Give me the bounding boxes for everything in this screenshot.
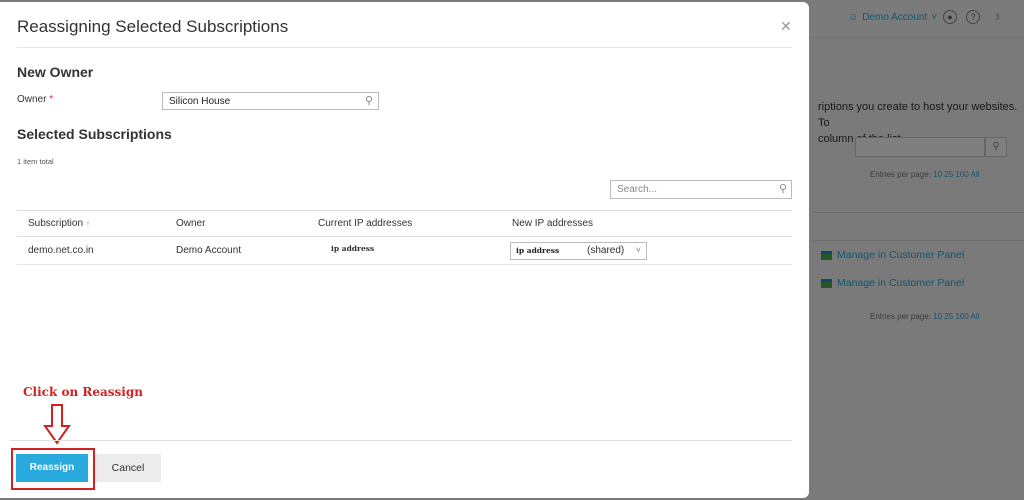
column-header-current-ip: Current IP addresses	[318, 218, 413, 229]
new-ip-value: ip address	[516, 246, 560, 255]
divider	[17, 47, 792, 48]
new-owner-heading: New Owner	[17, 64, 94, 80]
new-ip-type: (shared)	[587, 245, 625, 256]
table-row: demo.net.co.in Demo Account ip address i…	[17, 237, 792, 265]
search-input[interactable]: Search... ⚲	[610, 180, 792, 199]
selected-subscriptions-heading: Selected Subscriptions	[17, 126, 172, 142]
owner-field[interactable]: Silicon House ⚲	[162, 92, 379, 110]
column-header-new-ip: New IP addresses	[512, 218, 593, 229]
table-header: Subscription ↑ Owner Current IP addresse…	[17, 210, 792, 237]
divider	[10, 440, 792, 441]
chevron-down-icon: ˅	[635, 245, 641, 255]
owner-label: Owner *	[17, 94, 54, 105]
current-ip-cell: ip address	[331, 244, 375, 253]
owner-cell: Demo Account	[176, 245, 242, 256]
new-ip-select[interactable]: ip address (shared) ˅	[510, 242, 647, 260]
dialog-title: Reassigning Selected Subscriptions	[17, 17, 289, 36]
column-header-owner[interactable]: Owner	[176, 218, 205, 229]
reassign-dialog: Reassigning Selected Subscriptions ✕ New…	[0, 2, 809, 498]
cancel-button[interactable]: Cancel	[95, 454, 161, 482]
annotation-text: Click on Reassign	[23, 385, 143, 399]
reassign-button[interactable]: Reassign	[16, 454, 88, 482]
close-icon[interactable]: ✕	[780, 18, 792, 35]
search-placeholder: Search...	[617, 184, 658, 195]
subscription-cell: demo.net.co.in	[28, 245, 94, 256]
item-count: 1 item total	[17, 157, 54, 166]
column-header-subscription[interactable]: Subscription ↑	[28, 218, 90, 229]
down-arrow-icon	[43, 404, 71, 449]
owner-value: Silicon House	[169, 96, 231, 107]
sort-arrow-icon: ↑	[85, 219, 90, 228]
required-mark: *	[49, 94, 54, 105]
subscriptions-table: Subscription ↑ Owner Current IP addresse…	[17, 210, 792, 265]
search-icon[interactable]: ⚲	[365, 94, 373, 107]
search-icon[interactable]: ⚲	[779, 182, 787, 195]
